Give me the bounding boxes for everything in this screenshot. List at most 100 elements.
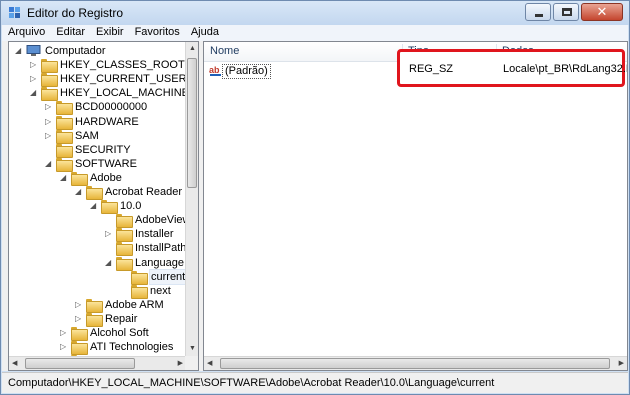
value-name-cell: (Padrão) bbox=[222, 64, 271, 79]
expand-arrow-icon[interactable]: ▷ bbox=[45, 130, 54, 142]
tree-node[interactable]: ▷ HARDWARE bbox=[9, 115, 185, 130]
tree-node-label: Adobe ARM bbox=[105, 298, 164, 311]
scroll-corner bbox=[185, 356, 198, 370]
expand-arrow-icon[interactable]: ▷ bbox=[30, 59, 39, 71]
folder-icon bbox=[71, 341, 88, 356]
expand-arrow-icon[interactable]: ▷ bbox=[60, 327, 69, 339]
menu-bar: Arquivo Editar Exibir Favoritos Ajuda bbox=[2, 25, 628, 41]
maximize-button[interactable] bbox=[553, 3, 579, 21]
list-horizontal-scroll-thumb[interactable] bbox=[220, 358, 610, 369]
window-controls: ✕ bbox=[523, 3, 623, 21]
scroll-left-icon[interactable]: ◀ bbox=[12, 358, 17, 370]
string-value-icon: ab bbox=[209, 64, 223, 76]
collapse-arrow-icon[interactable]: ◢ bbox=[75, 186, 84, 198]
folder-icon bbox=[56, 129, 73, 144]
tree-node-label: Installer bbox=[135, 228, 174, 241]
minimize-button[interactable] bbox=[525, 3, 551, 21]
tree-node[interactable]: current bbox=[9, 268, 188, 285]
expand-arrow-icon[interactable]: ▷ bbox=[30, 73, 39, 85]
tree-node[interactable]: ◢ Acrobat Reader bbox=[9, 185, 185, 200]
tree-node[interactable]: ◢ Computador bbox=[9, 44, 185, 58]
menu-editar[interactable]: Editar bbox=[50, 25, 90, 41]
tree-node-label: HARDWARE bbox=[75, 115, 139, 128]
folder-icon bbox=[86, 186, 103, 200]
column-header-name[interactable]: Nome bbox=[210, 45, 239, 57]
tree-node[interactable]: AdobeViewer bbox=[9, 213, 198, 229]
values-list[interactable]: Nome Tipo Dados REG_SZ Locale\pt_BR\RdLa… bbox=[203, 41, 628, 371]
folder-icon bbox=[131, 284, 148, 299]
collapse-arrow-icon[interactable]: ◢ bbox=[45, 158, 54, 170]
tree-node[interactable]: ▷ Adobe ARM bbox=[9, 298, 185, 313]
collapse-arrow-icon[interactable]: ◢ bbox=[30, 87, 39, 99]
menu-ajuda[interactable]: Ajuda bbox=[185, 25, 224, 41]
tree-node[interactable]: ▷ HKEY_CLASSES_ROOT bbox=[9, 58, 185, 74]
tree-node-label: SOFTWARE bbox=[75, 157, 137, 170]
tree-node[interactable]: InstallPath bbox=[9, 241, 187, 257]
collapse-arrow-icon[interactable]: ◢ bbox=[90, 200, 99, 212]
folder-icon bbox=[41, 87, 58, 102]
tree-node-label: Computador bbox=[45, 45, 106, 57]
expand-arrow-icon[interactable]: ▷ bbox=[75, 313, 84, 325]
collapse-arrow-icon[interactable]: ◢ bbox=[15, 45, 24, 57]
tree-vertical-scrollbar[interactable]: ▲ ▼ bbox=[185, 42, 198, 356]
tree-node-label: SECURITY bbox=[75, 143, 131, 156]
status-bar: Computador\HKEY_LOCAL_MACHINE\SOFTWARE\A… bbox=[2, 372, 628, 393]
list-horizontal-scrollbar[interactable]: ◀ ▶ bbox=[204, 356, 627, 370]
close-icon: ✕ bbox=[596, 4, 608, 19]
close-button[interactable]: ✕ bbox=[581, 3, 623, 21]
folder-icon bbox=[101, 200, 118, 215]
tree-node-label: InstallPath bbox=[135, 242, 187, 255]
folder-icon bbox=[116, 228, 133, 243]
computer-icon bbox=[26, 45, 41, 56]
registry-tree[interactable]: ◢ Computador ▷ HKEY_CLASSES_ROOT ▷ HKEY_CURRE… bbox=[8, 41, 199, 371]
scroll-left-icon[interactable]: ◀ bbox=[207, 358, 212, 370]
tree-node-label: Language bbox=[135, 256, 184, 269]
expand-arrow-icon[interactable]: ▷ bbox=[105, 228, 114, 240]
status-path: Computador\HKEY_LOCAL_MACHINE\SOFTWARE\A… bbox=[8, 377, 495, 389]
collapse-arrow-icon[interactable]: ◢ bbox=[60, 172, 69, 184]
folder-icon bbox=[131, 270, 148, 285]
folder-icon bbox=[41, 59, 58, 74]
tree-node[interactable]: ◢ 10.0 bbox=[9, 199, 185, 215]
tree-vertical-scroll-thumb[interactable] bbox=[187, 58, 197, 188]
tree-node[interactable]: ◢ Language bbox=[9, 256, 185, 271]
tree-node[interactable]: ▷ Alcohol Soft bbox=[9, 326, 185, 341]
tree-node[interactable]: ◢ SOFTWARE bbox=[9, 157, 185, 172]
value-row[interactable]: ab (Padrão) bbox=[204, 63, 627, 79]
tree-node-label: Alcohol Soft bbox=[90, 327, 149, 339]
scroll-down-icon[interactable]: ▼ bbox=[189, 343, 196, 355]
menu-exibir[interactable]: Exibir bbox=[90, 25, 129, 41]
tree-node-label: HKEY_CLASSES_ROOT bbox=[60, 59, 185, 72]
expand-arrow-icon[interactable]: ▷ bbox=[75, 299, 84, 311]
tree-node[interactable]: ▷ HKEY_CURRENT_USER bbox=[9, 72, 187, 88]
folder-icon bbox=[86, 312, 103, 327]
expand-arrow-icon[interactable]: ▷ bbox=[45, 116, 54, 128]
scroll-right-icon[interactable]: ▶ bbox=[619, 358, 624, 370]
tree-node[interactable]: next bbox=[9, 284, 185, 299]
tree-node-label: HKEY_CURRENT_USER bbox=[60, 73, 187, 86]
tree-horizontal-scroll-thumb[interactable] bbox=[25, 358, 135, 369]
expand-arrow-icon[interactable]: ▷ bbox=[45, 101, 54, 113]
tree-node[interactable]: SECURITY bbox=[9, 143, 185, 158]
expand-arrow-icon[interactable]: ▷ bbox=[60, 341, 69, 353]
menu-arquivo[interactable]: Arquivo bbox=[2, 25, 50, 41]
collapse-arrow-icon[interactable]: ◢ bbox=[105, 257, 114, 269]
tree-horizontal-scrollbar[interactable]: ◀ ▶ bbox=[9, 356, 185, 370]
menu-favoritos[interactable]: Favoritos bbox=[129, 25, 185, 41]
tree-node[interactable]: ▷ Installer bbox=[9, 227, 185, 243]
tree-node[interactable]: ◢ Adobe bbox=[9, 171, 185, 186]
tree-node[interactable]: ▷ Repair bbox=[9, 312, 185, 327]
tree-node[interactable]: ▷ BCD00000000 bbox=[9, 100, 185, 116]
folder-icon bbox=[86, 298, 103, 313]
folder-icon bbox=[41, 73, 58, 88]
maximize-icon bbox=[562, 8, 572, 16]
tree-node[interactable]: ▷ ATI Technologies bbox=[9, 340, 185, 356]
tree-node[interactable]: ▷ SAM bbox=[9, 129, 185, 144]
tree-node[interactable]: ◢ HKEY_LOCAL_MACHINE bbox=[9, 86, 189, 102]
folder-icon bbox=[56, 115, 73, 130]
tree-node-label: HKEY_LOCAL_MACHINE bbox=[60, 87, 189, 100]
scroll-up-icon[interactable]: ▲ bbox=[189, 43, 196, 55]
title-bar[interactable]: Editor do Registro ✕ bbox=[1, 1, 629, 25]
scroll-right-icon[interactable]: ▶ bbox=[178, 358, 183, 370]
folder-icon bbox=[71, 327, 88, 341]
